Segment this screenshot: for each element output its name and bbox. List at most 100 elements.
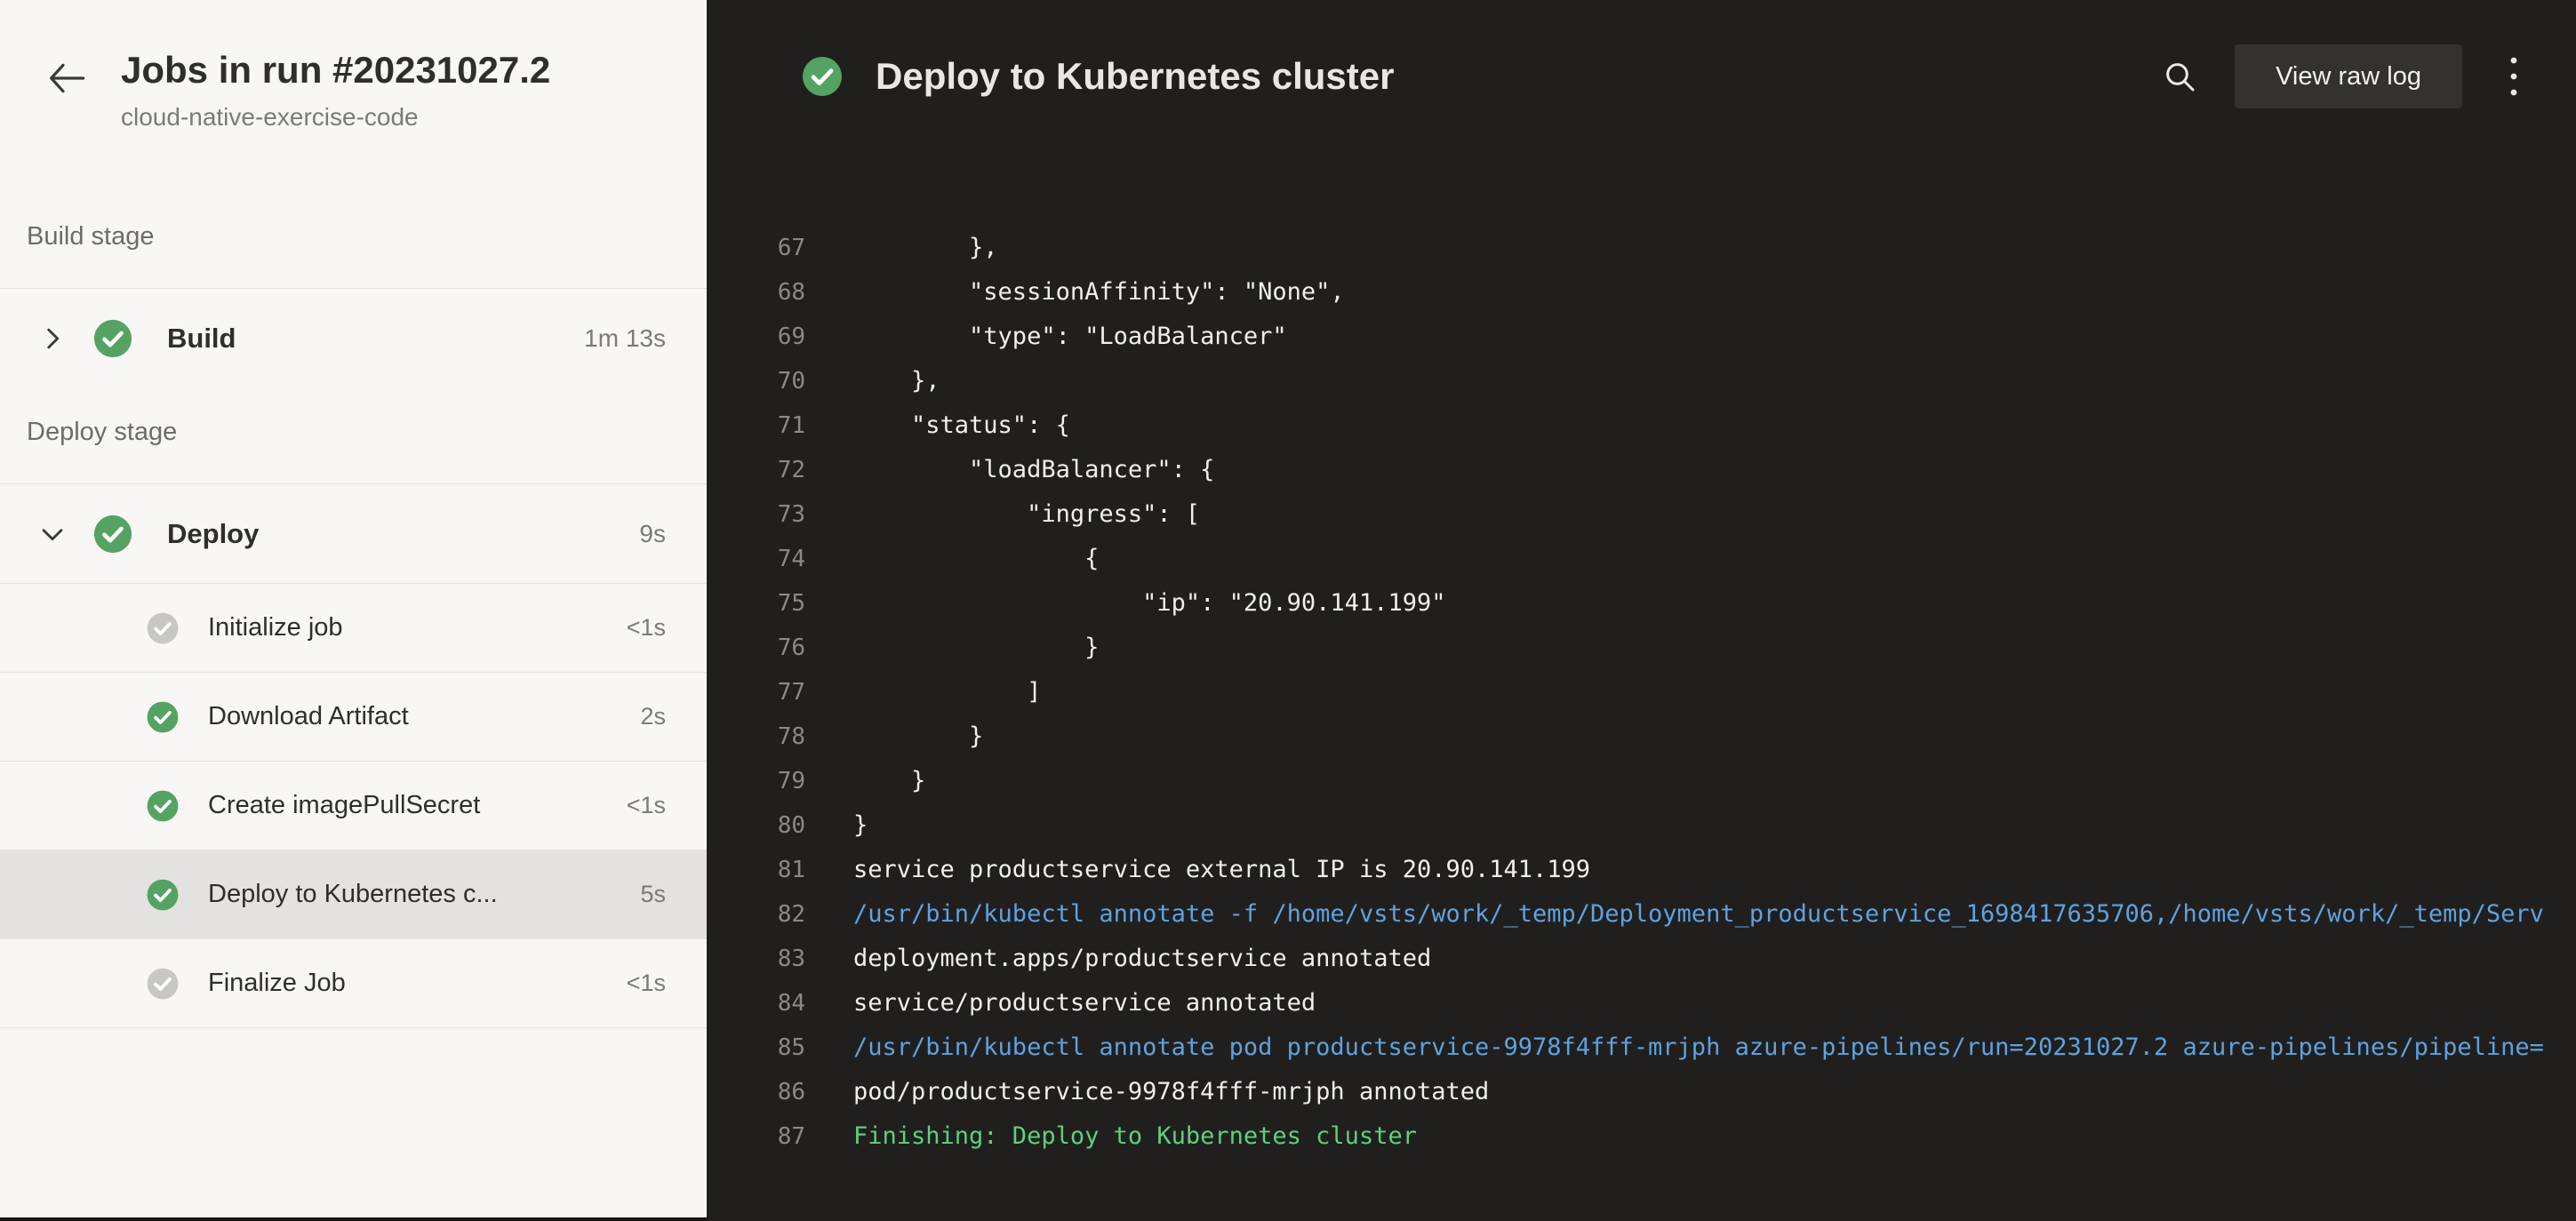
line-number: 75 (729, 581, 805, 626)
search-icon[interactable] (2162, 59, 2197, 94)
line-number: 74 (729, 537, 805, 581)
log-text: /usr/bin/kubectl annotate pod productser… (853, 1033, 2544, 1061)
log-text: service/productservice annotated (853, 989, 1316, 1017)
run-title: Jobs in run #20231027.2 (121, 48, 550, 92)
log-line: 70 }, (707, 359, 2576, 403)
sidebar-header: Jobs in run #20231027.2 cloud-native-exe… (0, 0, 707, 132)
log-line: 87Finishing: Deploy to Kubernetes cluste… (707, 1114, 2576, 1159)
log-text: ] (853, 678, 1041, 706)
back-arrow-icon[interactable] (46, 60, 87, 96)
log-line: 78 } (707, 714, 2576, 759)
log-line: 73 "ingress": [ (707, 492, 2576, 537)
step-duration: <1s (627, 970, 666, 997)
log-line: 81service productservice external IP is … (707, 848, 2576, 892)
line-number: 82 (729, 892, 805, 937)
step-row-deploy-to-kubernetes-c[interactable]: Deploy to Kubernetes c... 5s (0, 850, 707, 939)
log-text: }, (853, 367, 940, 395)
sidebar-header-text: Jobs in run #20231027.2 cloud-native-exe… (121, 48, 550, 132)
job-row-build[interactable]: Build 1m 13s (0, 288, 707, 387)
log-text: deployment.apps/productservice annotated (853, 945, 1431, 972)
log-text: } (853, 767, 925, 794)
job-name: Deploy (167, 518, 259, 550)
log-text: "type": "LoadBalancer" (853, 323, 1287, 350)
log-line: 68 "sessionAffinity": "None", (707, 270, 2576, 315)
log-line: 67 }, (707, 226, 2576, 270)
line-number: 70 (729, 359, 805, 403)
log-line: 80} (707, 803, 2576, 848)
line-number: 76 (729, 626, 805, 670)
line-number: 79 (729, 759, 805, 803)
log-text: "sessionAffinity": "None", (853, 278, 1345, 306)
line-number: 67 (729, 226, 805, 270)
log-text: { (853, 545, 1099, 572)
step-name: Create imagePullSecret (208, 791, 480, 820)
view-raw-log-button[interactable]: View raw log (2235, 44, 2462, 108)
line-number: 77 (729, 670, 805, 714)
step-name: Download Artifact (208, 702, 409, 731)
log-text: } (853, 811, 868, 839)
check-circle-icon (146, 789, 180, 823)
log-line: 72 "loadBalancer": { (707, 448, 2576, 492)
line-number: 80 (729, 803, 805, 848)
log-line: 74 { (707, 537, 2576, 581)
log-header-actions: View raw log (2162, 44, 2526, 108)
line-number: 87 (729, 1114, 805, 1159)
line-number: 84 (729, 981, 805, 1025)
step-name: Initialize job (208, 613, 343, 642)
job-duration: 1m 13s (584, 324, 666, 353)
pipeline-jobs-screen: Jobs in run #20231027.2 cloud-native-exe… (0, 0, 2576, 1221)
step-row-finalize-job[interactable]: Finalize Job <1s (0, 939, 707, 1028)
log-line: 84 service/productservice annotated (707, 981, 2576, 1025)
step-row-create-imagepullsecret[interactable]: Create imagePullSecret<1s (0, 762, 707, 850)
log-text: "status": { (853, 411, 1070, 439)
job-row-deploy[interactable]: Deploy 9s (0, 483, 707, 583)
log-line: 76 } (707, 626, 2576, 670)
job-name: Build (167, 323, 236, 355)
check-circle-icon (146, 878, 180, 912)
check-circle-icon (146, 611, 180, 645)
line-number: 81 (729, 848, 805, 892)
log-line: 71 "status": { (707, 403, 2576, 448)
log-line: 83 deployment.apps/productservice annotat… (707, 937, 2576, 981)
line-number: 83 (729, 937, 805, 981)
log-line: 85/usr/bin/kubectl annotate pod products… (707, 1025, 2576, 1070)
step-duration: 5s (640, 881, 666, 908)
log-line: 75 "ip": "20.90.141.199" (707, 581, 2576, 626)
chevron-right-icon[interactable] (37, 323, 68, 354)
log-title: Deploy to Kubernetes cluster (876, 55, 1394, 98)
log-text: "loadBalancer": { (853, 456, 1214, 483)
log-text: /usr/bin/kubectl annotate -f /home/vsts/… (853, 900, 2544, 928)
line-number: 86 (729, 1070, 805, 1114)
step-row-initialize-job[interactable]: Initialize job<1s (0, 584, 707, 673)
chevron-down-icon[interactable] (37, 519, 68, 549)
step-duration: 2s (640, 703, 666, 730)
log-lines: 67 },68 "sessionAffinity": "None",69 "ty… (707, 226, 2576, 1159)
log-line: 77 ] (707, 670, 2576, 714)
line-number: 78 (729, 714, 805, 759)
step-name: Finalize Job (208, 969, 346, 998)
log-text: }, (853, 234, 998, 261)
log-line: 69 "type": "LoadBalancer" (707, 315, 2576, 359)
step-row-download-artifact[interactable]: Download Artifact 2s (0, 673, 707, 762)
check-circle-icon (146, 967, 180, 1001)
line-number: 69 (729, 315, 805, 359)
step-name: Deploy to Kubernetes c... (208, 880, 498, 909)
line-number: 71 (729, 403, 805, 448)
log-line: 86 pod/productservice-9978f4fff-mrjph ann… (707, 1070, 2576, 1114)
log-pane: Deploy to Kubernetes cluster View raw lo… (707, 0, 2576, 1221)
log-text: } (853, 634, 1099, 661)
check-circle-icon (92, 318, 133, 359)
log-text: } (853, 722, 983, 750)
job-duration: 9s (639, 520, 666, 548)
log-line: 79 } (707, 759, 2576, 803)
line-number: 73 (729, 492, 805, 537)
log-text: "ip": "20.90.141.199" (853, 589, 1445, 617)
log-text: "ingress": [ (853, 500, 1200, 528)
jobs-sidebar: Jobs in run #20231027.2 cloud-native-exe… (0, 0, 707, 1221)
log-header: Deploy to Kubernetes cluster View raw lo… (707, 0, 2576, 153)
check-circle-icon (146, 700, 180, 734)
line-number: 68 (729, 270, 805, 315)
stage-heading-deploy: Deploy stage (27, 416, 707, 448)
kebab-menu-icon[interactable] (2501, 53, 2526, 100)
log-text: pod/productservice-9978f4fff-mrjph annot… (853, 1078, 1489, 1105)
